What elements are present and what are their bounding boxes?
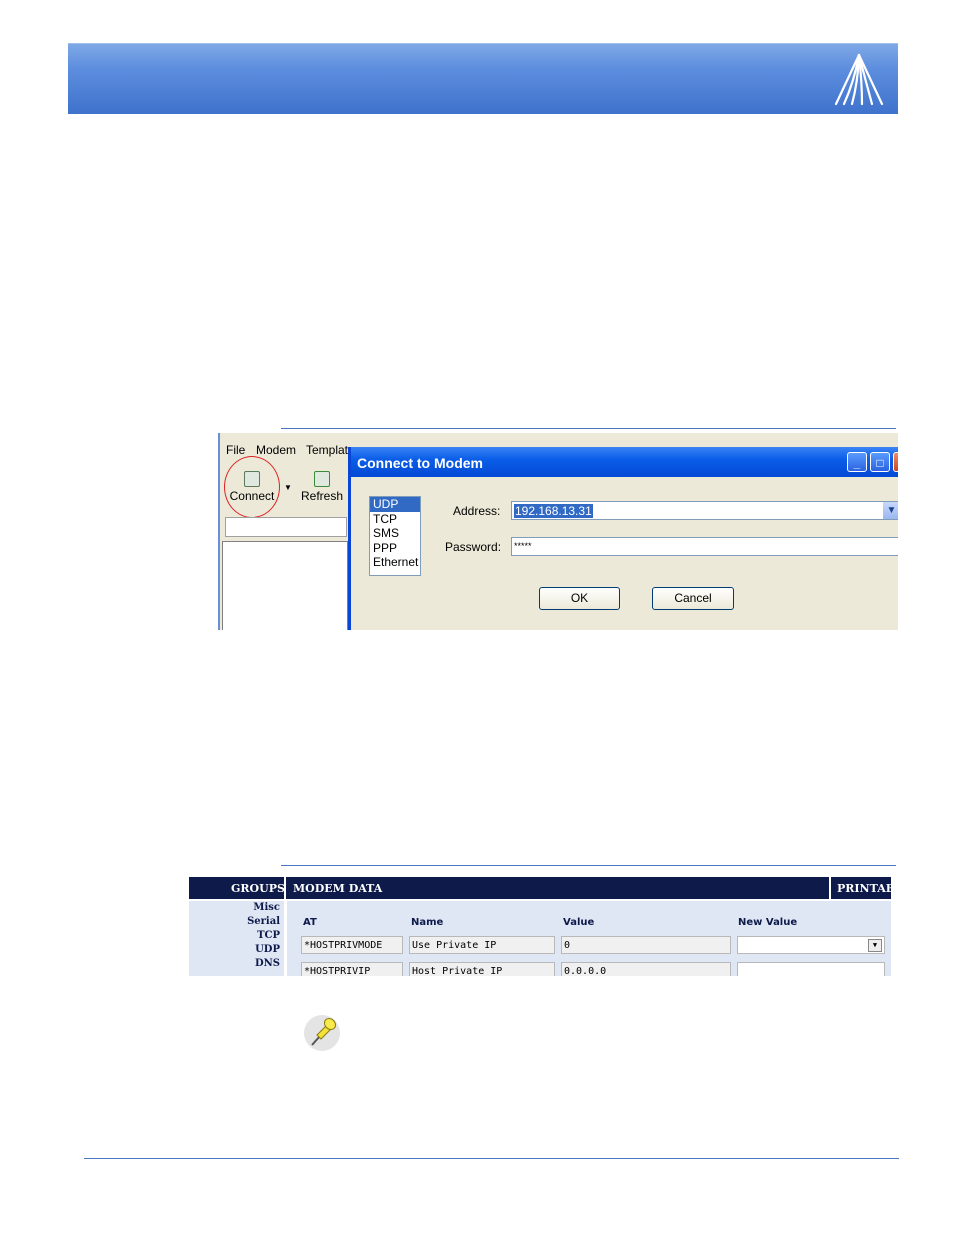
chevron-down-icon[interactable]: ▼ bbox=[883, 502, 898, 519]
protocol-list[interactable]: UDP TCP SMS PPP Ethernet bbox=[369, 496, 421, 576]
address-strip bbox=[225, 517, 347, 537]
protocol-item-sms[interactable]: SMS bbox=[370, 526, 420, 541]
modem-data-area: AT Name Value New Value *HOSTPRIVMODE Us… bbox=[287, 901, 891, 976]
protocol-item-ethernet[interactable]: Ethernet bbox=[370, 555, 420, 570]
minimize-icon[interactable]: _ bbox=[847, 452, 867, 472]
refresh-label: Refresh bbox=[300, 489, 344, 503]
column-header-new-value: New Value bbox=[738, 917, 798, 928]
password-field[interactable]: ***** bbox=[511, 537, 898, 556]
pushpin-note-icon bbox=[304, 1015, 340, 1051]
column-header-at: AT bbox=[303, 917, 317, 928]
section-rule-2 bbox=[281, 865, 896, 866]
group-tcp[interactable]: TCP bbox=[189, 929, 284, 943]
menu-bar: File Modem Templat bbox=[220, 433, 360, 457]
tree-pane bbox=[222, 541, 348, 630]
dialog-titlebar: Connect to Modem _ □ × bbox=[351, 447, 898, 477]
row2-at: *HOSTPRIVIP bbox=[301, 962, 403, 976]
cancel-button[interactable]: Cancel bbox=[652, 587, 734, 610]
company-logo-icon bbox=[834, 53, 884, 106]
modem-data-header: MODEM DATA bbox=[293, 882, 383, 895]
menu-modem[interactable]: Modem bbox=[256, 443, 296, 457]
section-rule-1 bbox=[281, 428, 896, 429]
password-label: Password: bbox=[445, 540, 502, 554]
dropdown-arrow-icon[interactable]: ▼ bbox=[868, 939, 882, 952]
protocol-item-udp[interactable]: UDP bbox=[370, 497, 420, 512]
highlight-circle bbox=[224, 456, 280, 518]
refresh-icon bbox=[314, 471, 330, 487]
protocol-item-tcp[interactable]: TCP bbox=[370, 512, 420, 527]
address-label: Address: bbox=[453, 504, 501, 518]
menu-file[interactable]: File bbox=[226, 443, 245, 457]
row2-value: 0.0.0.0 bbox=[561, 962, 731, 976]
connect-screenshot: File Modem Templat Connect ▼ Refresh Con… bbox=[218, 433, 898, 630]
row1-at: *HOSTPRIVMODE bbox=[301, 936, 403, 954]
row2-name: Host Private IP bbox=[409, 962, 555, 976]
close-icon[interactable]: × bbox=[893, 452, 898, 472]
address-value: 192.168.13.31 bbox=[514, 504, 593, 518]
menu-template[interactable]: Templat bbox=[306, 443, 348, 457]
group-serial[interactable]: Serial bbox=[189, 915, 284, 929]
table-header-row: GROUPS MODEM DATA PRINTABL bbox=[189, 877, 891, 899]
protocol-item-ppp[interactable]: PPP bbox=[370, 541, 420, 556]
group-dns[interactable]: DNS bbox=[189, 957, 284, 971]
groups-header: GROUPS bbox=[231, 882, 285, 895]
dialog-title: Connect to Modem bbox=[357, 455, 483, 471]
maximize-icon[interactable]: □ bbox=[870, 452, 890, 472]
password-value: ***** bbox=[514, 541, 532, 551]
connect-dialog: Connect to Modem _ □ × UDP TCP SMS PPP E… bbox=[348, 447, 898, 630]
footer-rule bbox=[84, 1158, 899, 1159]
header-banner bbox=[68, 43, 898, 114]
address-combobox[interactable]: 192.168.13.31 ▼ bbox=[511, 501, 898, 520]
column-header-name: Name bbox=[411, 917, 444, 928]
refresh-button[interactable]: Refresh bbox=[300, 471, 344, 503]
column-header-value: Value bbox=[563, 917, 595, 928]
row1-new-value-select[interactable]: ▼ bbox=[737, 936, 885, 954]
group-udp[interactable]: UDP bbox=[189, 943, 284, 957]
connect-dropdown-icon[interactable]: ▼ bbox=[284, 483, 292, 492]
modem-data-screenshot: GROUPS MODEM DATA PRINTABL Misc Serial T… bbox=[189, 877, 891, 976]
header-divider bbox=[829, 877, 831, 899]
group-misc[interactable]: Misc bbox=[189, 901, 284, 915]
ok-button[interactable]: OK bbox=[539, 587, 620, 610]
header-divider bbox=[284, 877, 286, 899]
row2-new-value-input[interactable] bbox=[737, 962, 885, 976]
row1-name: Use Private IP bbox=[409, 936, 555, 954]
groups-list: Misc Serial TCP UDP DNS bbox=[189, 901, 284, 976]
printable-header: PRINTABL bbox=[837, 882, 891, 895]
row1-value: 0 bbox=[561, 936, 731, 954]
